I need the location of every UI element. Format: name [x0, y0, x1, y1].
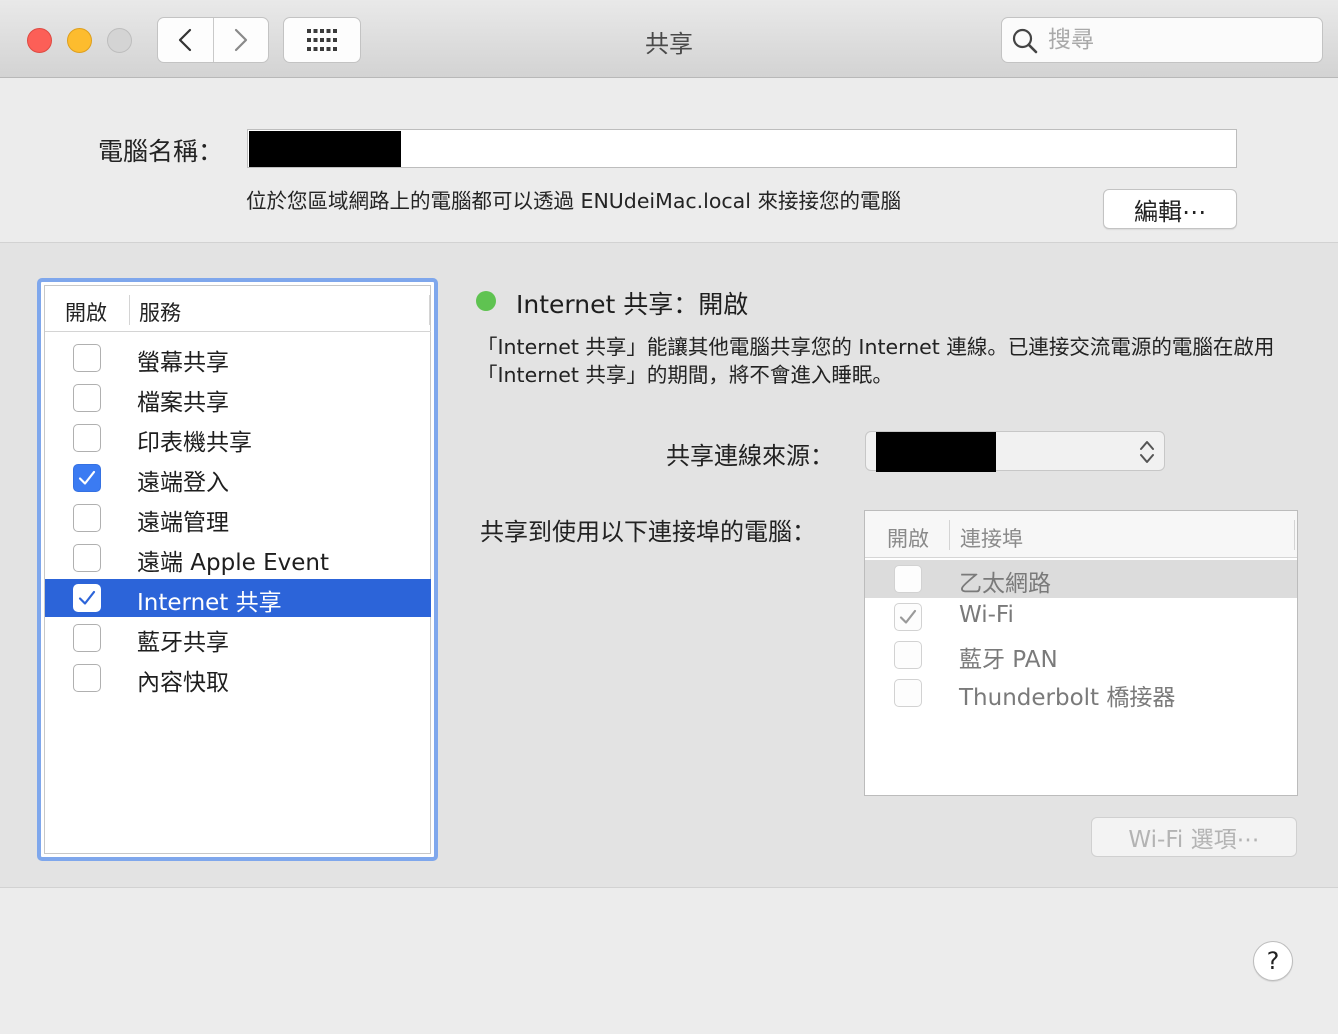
header-service: 服務	[139, 301, 181, 325]
service-label: 檔案共享	[137, 390, 229, 416]
service-status: Internet 共享：開啟	[516, 290, 749, 319]
ports-header-port: 連接埠	[960, 527, 1023, 551]
service-label: 內容快取	[137, 670, 229, 696]
search-field[interactable]	[1001, 17, 1323, 63]
services-list-header: 開啟 服務	[45, 286, 431, 332]
checkmark-icon	[78, 470, 96, 485]
ports-list: 開啟 連接埠 乙太網路 Wi-Fi 藍牙 PAN Thunderbolt 橋接器	[864, 510, 1298, 796]
service-row[interactable]: 遠端管理	[45, 499, 431, 537]
share-source-popup[interactable]	[865, 431, 1165, 472]
service-checkbox[interactable]	[73, 424, 101, 452]
service-checkbox[interactable]	[73, 384, 101, 412]
port-checkbox	[894, 603, 922, 631]
service-label: 遠端 Apple Event	[137, 550, 329, 576]
service-label: 遠端管理	[137, 510, 229, 536]
ports-header-on: 開啟	[887, 527, 929, 551]
port-label: 藍牙 PAN	[959, 647, 1058, 673]
service-checkbox[interactable]	[73, 624, 101, 652]
service-row[interactable]: Internet 共享	[45, 579, 431, 617]
port-row: Wi-Fi	[865, 598, 1297, 636]
service-description: 「Internet 共享」能讓其他電腦共享您的 Internet 連線。已連接交…	[477, 335, 1275, 387]
computer-name-label: 電腦名稱：	[98, 137, 224, 166]
service-row[interactable]: 遠端登入	[45, 459, 431, 497]
service-row[interactable]: 遠端 Apple Event	[45, 539, 431, 577]
service-label: 遠端登入	[137, 470, 229, 496]
wifi-options-button[interactable]: Wi-Fi 選項⋯	[1091, 817, 1297, 857]
service-row[interactable]: 藍牙共享	[45, 619, 431, 657]
checkmark-icon	[899, 609, 917, 624]
port-label: Wi-Fi	[959, 602, 1014, 628]
port-checkbox	[894, 679, 922, 707]
checkmark-icon	[78, 590, 96, 605]
service-checkbox[interactable]	[73, 544, 101, 572]
redacted-computer-name	[249, 131, 401, 167]
ports-label: 共享到使用以下連接埠的電腦：	[480, 518, 816, 546]
service-label: Internet 共享	[137, 590, 282, 616]
service-checkbox[interactable]	[73, 504, 101, 532]
search-icon	[1012, 28, 1038, 54]
service-label: 螢幕共享	[137, 350, 229, 376]
port-row: Thunderbolt 橋接器	[865, 674, 1297, 712]
port-label: Thunderbolt 橋接器	[959, 685, 1176, 711]
status-indicator	[476, 291, 496, 311]
share-source-label: 共享連線來源：	[666, 442, 834, 470]
title-bar: 共享	[0, 0, 1338, 78]
service-checkbox[interactable]	[73, 664, 101, 692]
service-label: 印表機共享	[137, 430, 252, 456]
service-row[interactable]: 內容快取	[45, 659, 431, 697]
service-checkbox[interactable]	[73, 464, 101, 492]
help-button[interactable]: ?	[1253, 941, 1293, 981]
services-list: 開啟 服務 螢幕共享檔案共享印表機共享遠端登入遠端管理遠端 Apple Even…	[37, 278, 438, 861]
service-row[interactable]: 印表機共享	[45, 419, 431, 457]
service-checkbox[interactable]	[73, 344, 101, 372]
computer-name-description: 位於您區域網路上的電腦都可以透過 ENUdeiMac.local 來接接您的電腦	[246, 189, 901, 213]
computer-name-field[interactable]	[247, 129, 1237, 168]
service-row[interactable]: 螢幕共享	[45, 339, 431, 377]
port-row: 乙太網路	[865, 560, 1297, 598]
port-row: 藍牙 PAN	[865, 636, 1297, 674]
edit-button[interactable]: 編輯⋯	[1103, 189, 1237, 229]
header-on: 開啟	[65, 301, 107, 325]
port-checkbox	[894, 641, 922, 669]
redacted-source-value	[876, 432, 996, 472]
service-row[interactable]: 檔案共享	[45, 379, 431, 417]
service-checkbox[interactable]	[73, 584, 101, 612]
ports-list-header: 開啟 連接埠	[865, 511, 1297, 558]
port-checkbox	[894, 565, 922, 593]
search-input[interactable]	[1048, 23, 1308, 57]
port-label: 乙太網路	[959, 571, 1051, 597]
service-label: 藍牙共享	[137, 630, 229, 656]
popup-arrows-icon	[1140, 441, 1154, 463]
